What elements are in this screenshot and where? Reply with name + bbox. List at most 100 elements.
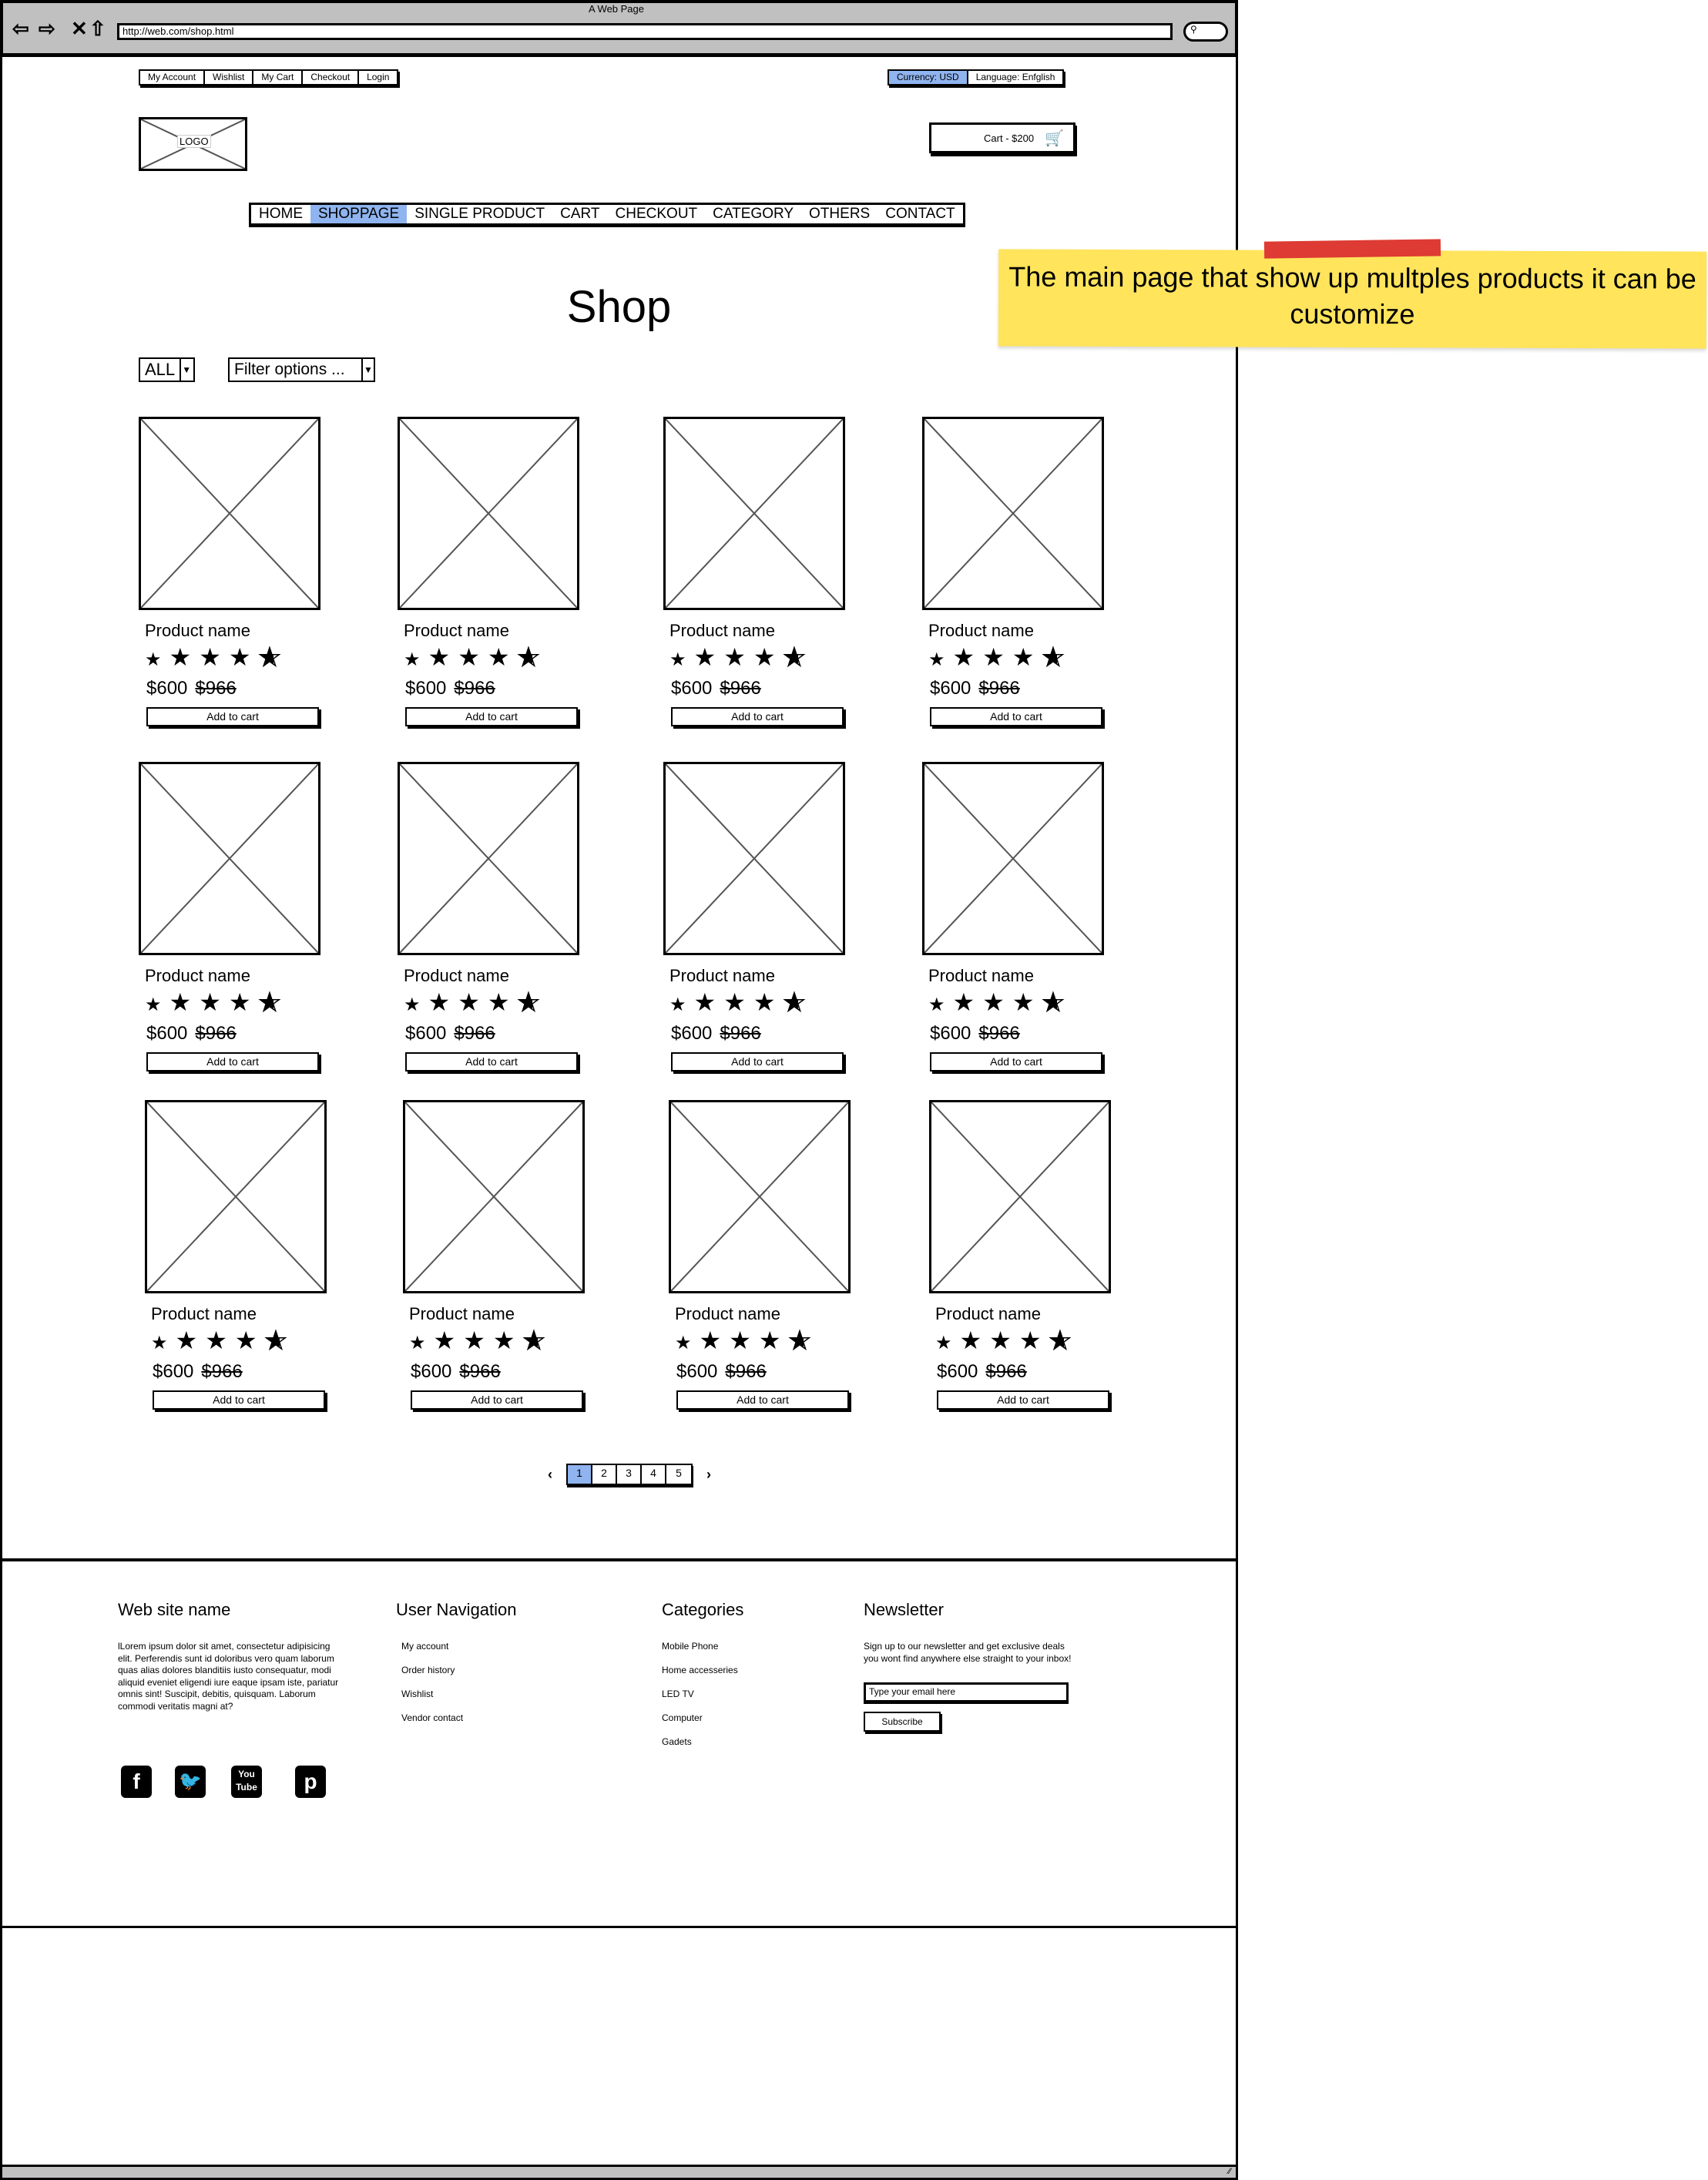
product-name[interactable]: Product name	[928, 966, 1104, 986]
facebook-icon[interactable]: f	[121, 1766, 152, 1798]
logo-text: LOGO	[177, 135, 211, 148]
product-image[interactable]	[663, 762, 845, 955]
product-image[interactable]	[663, 417, 845, 610]
add-to-cart-button[interactable]: Add to cart	[146, 707, 319, 726]
language-select[interactable]: Language: Enfglish	[968, 71, 1063, 84]
category-select[interactable]: ALL ▼	[139, 357, 195, 382]
product-image[interactable]	[398, 762, 579, 955]
product-name[interactable]: Product name	[404, 621, 579, 641]
product-card: Product name★★★★★$600$966Add to cart	[922, 762, 1104, 1072]
chevron-down-icon: ▼	[180, 359, 192, 381]
product-image[interactable]	[145, 1100, 327, 1293]
product-name[interactable]: Product name	[145, 621, 320, 641]
product-name[interactable]: Product name	[145, 966, 320, 986]
annotation-sticky-note: The main page that show up multples prod…	[998, 249, 1707, 349]
address-bar[interactable]: http://web.com/shop.html	[117, 23, 1173, 40]
nav-checkout[interactable]: CHECKOUT	[608, 205, 706, 223]
star-full-icon: ★	[458, 988, 488, 1016]
product-name[interactable]: Product name	[675, 1304, 851, 1324]
product-name[interactable]: Product name	[669, 966, 845, 986]
footer-category-link[interactable]: LED TV	[662, 1689, 738, 1712]
product-image[interactable]	[398, 417, 579, 610]
footer-category-link[interactable]: Mobile Phone	[662, 1641, 738, 1665]
nav-single-product[interactable]: SINGLE PRODUCT	[407, 205, 552, 223]
product-name[interactable]: Product name	[409, 1304, 585, 1324]
next-page-icon[interactable]: ›	[706, 1467, 711, 1483]
footer-link[interactable]: Vendor contact	[401, 1712, 463, 1736]
footer-link[interactable]: Order history	[401, 1665, 463, 1689]
subscribe-button[interactable]: Subscribe	[864, 1712, 941, 1732]
nav-others[interactable]: OTHERS	[801, 205, 877, 223]
home-icon[interactable]: ⇧	[89, 17, 106, 41]
star-full-icon: ★	[959, 1326, 990, 1354]
add-to-cart-button[interactable]: Add to cart	[676, 1390, 849, 1410]
currency-select[interactable]: Currency: USD	[889, 71, 968, 84]
nav-shoppage[interactable]: SHOPPAGE	[310, 205, 408, 223]
product-name[interactable]: Product name	[669, 621, 845, 641]
resize-grip-icon[interactable]: ⁄⁄	[1228, 2167, 1231, 2176]
forward-icon[interactable]: ⇨	[39, 17, 55, 41]
stop-icon[interactable]: ✕	[71, 17, 88, 41]
add-to-cart-button[interactable]: Add to cart	[405, 707, 578, 726]
page-1[interactable]: 1	[568, 1465, 592, 1484]
star-full-icon: ★	[409, 1333, 434, 1353]
star-half-icon: ★	[258, 643, 289, 671]
product-name[interactable]: Product name	[935, 1304, 1111, 1324]
footer-category-link[interactable]: Home accesseries	[662, 1665, 738, 1689]
product-image[interactable]	[922, 417, 1104, 610]
product-rating: ★★★★★	[669, 643, 845, 673]
product-price-row: $600 $966	[671, 678, 845, 699]
add-to-cart-button[interactable]: Add to cart	[671, 1052, 844, 1072]
product-price-row: $600 $966	[937, 1361, 1111, 1383]
twitter-icon[interactable]: 🐦	[175, 1766, 206, 1798]
link-checkout[interactable]: Checkout	[303, 71, 360, 84]
add-to-cart-button[interactable]: Add to cart	[146, 1052, 319, 1072]
product-name[interactable]: Product name	[404, 966, 579, 986]
page-5[interactable]: 5	[666, 1465, 691, 1484]
footer-link[interactable]: Wishlist	[401, 1689, 463, 1712]
product-price: $600	[676, 1361, 718, 1382]
footer-category-link[interactable]: Computer	[662, 1712, 738, 1736]
product-rating: ★★★★★	[675, 1326, 851, 1357]
page-4[interactable]: 4	[642, 1465, 666, 1484]
footer-link[interactable]: My account	[401, 1641, 463, 1665]
link-wishlist[interactable]: Wishlist	[205, 71, 254, 84]
add-to-cart-button[interactable]: Add to cart	[411, 1390, 583, 1410]
add-to-cart-button[interactable]: Add to cart	[937, 1390, 1109, 1410]
product-image[interactable]	[922, 762, 1104, 955]
youtube-icon[interactable]: You Tube	[231, 1766, 262, 1798]
filter-options-select[interactable]: Filter options ... ▼	[228, 357, 375, 382]
link-my-cart[interactable]: My Cart	[253, 71, 304, 84]
star-full-icon: ★	[487, 643, 518, 671]
search-icon[interactable]: ⚲	[1183, 22, 1228, 42]
add-to-cart-button[interactable]: Add to cart	[930, 1052, 1102, 1072]
product-name[interactable]: Product name	[928, 621, 1104, 641]
add-to-cart-button[interactable]: Add to cart	[153, 1390, 325, 1410]
add-to-cart-button[interactable]: Add to cart	[930, 707, 1102, 726]
nav-home[interactable]: HOME	[251, 205, 310, 223]
annotation-tape	[1263, 239, 1441, 259]
prev-page-icon[interactable]: ‹	[548, 1467, 552, 1483]
product-image[interactable]	[139, 762, 320, 955]
cart-total: Cart - $200	[984, 132, 1035, 144]
pinterest-icon[interactable]: p	[295, 1766, 326, 1798]
product-image[interactable]	[403, 1100, 585, 1293]
add-to-cart-button[interactable]: Add to cart	[671, 707, 844, 726]
link-my-account[interactable]: My Account	[140, 71, 206, 84]
page-2[interactable]: 2	[592, 1465, 617, 1484]
back-icon[interactable]: ⇦	[12, 17, 29, 41]
product-image[interactable]	[669, 1100, 851, 1293]
add-to-cart-button[interactable]: Add to cart	[405, 1052, 578, 1072]
nav-cart[interactable]: CART	[552, 205, 607, 223]
product-image[interactable]	[139, 417, 320, 610]
product-name[interactable]: Product name	[151, 1304, 327, 1324]
star-full-icon: ★	[935, 1333, 960, 1353]
nav-category[interactable]: CATEGORY	[705, 205, 801, 223]
cart-summary-button[interactable]: Cart - $200 🛒	[929, 122, 1075, 153]
nav-contact[interactable]: CONTACT	[877, 205, 962, 223]
product-image[interactable]	[929, 1100, 1111, 1293]
page-3[interactable]: 3	[617, 1465, 642, 1484]
footer-category-link[interactable]: Gadets	[662, 1736, 738, 1760]
link-login[interactable]: Login	[359, 71, 397, 84]
newsletter-email-input[interactable]: Type your email here	[864, 1682, 1069, 1702]
